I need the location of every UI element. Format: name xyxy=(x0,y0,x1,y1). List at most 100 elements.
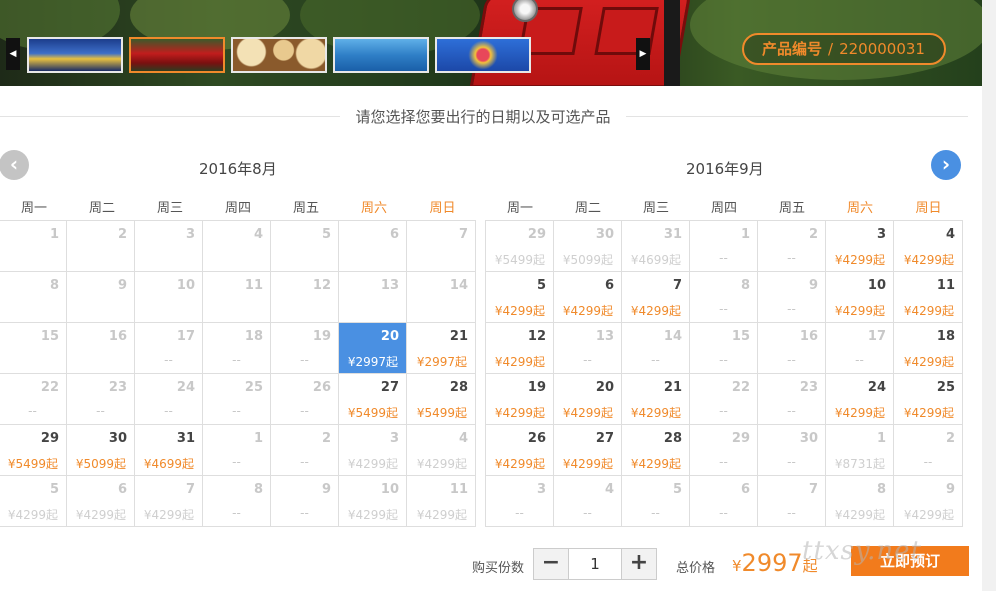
calendar-day[interactable]: 18 ¥4299起 xyxy=(894,323,963,374)
day-price: ¥5099起 xyxy=(562,253,613,267)
calendar-day[interactable]: 28 ¥5499起 xyxy=(407,374,476,425)
calendar-day: 31 ¥4699起 xyxy=(622,221,690,272)
calendar-day: 1 -- xyxy=(203,425,271,476)
calendar-day: 10 ¥4299起 xyxy=(339,476,407,527)
day-number: 20 xyxy=(380,329,399,344)
calendar-day-selected[interactable]: 20 ¥2997起 xyxy=(339,323,407,374)
next-month-button[interactable]: › xyxy=(931,150,961,180)
day-number: 9 xyxy=(117,278,127,293)
thumbnail-peak-tram[interactable] xyxy=(129,37,225,73)
calendar-day[interactable]: 27 ¥5499起 xyxy=(339,374,407,425)
prev-month-button[interactable]: ‹ xyxy=(0,150,29,180)
book-now-button[interactable]: 立即预订 xyxy=(851,546,969,576)
calendar-day[interactable]: 20 ¥4299起 xyxy=(554,374,622,425)
calendar-week-row: 15 16 17 -- 18 -- 19 -- 20 ¥2997起 21 ¥2997起 xyxy=(0,323,476,374)
calendar-day[interactable]: 4 ¥4299起 xyxy=(894,221,963,272)
calendar-day: 15 -- xyxy=(690,323,758,374)
quantity-input[interactable] xyxy=(568,549,622,579)
calendar-day[interactable]: 28 ¥4299起 xyxy=(622,425,690,476)
weekday-label: 周日 xyxy=(429,201,456,216)
calendar-day: 16 -- xyxy=(758,323,826,374)
weekday-label: 周四 xyxy=(224,201,251,216)
calendar-day[interactable]: 21 ¥2997起 xyxy=(407,323,476,374)
calendar-day[interactable]: 7 ¥4299起 xyxy=(622,272,690,323)
weekday-header-september: 周一 周二 周三 周四 周五 周六 周日 xyxy=(486,197,963,217)
calendar-day: 30 -- xyxy=(758,425,826,476)
calendar-day[interactable]: 30 ¥5099起 xyxy=(67,425,135,476)
day-price: ¥4299起 xyxy=(834,253,885,267)
no-price-dash: -- xyxy=(787,302,796,316)
day-number: 11 xyxy=(936,278,955,293)
day-number: 11 xyxy=(244,278,263,293)
calendar-day[interactable]: 31 ¥4699起 xyxy=(135,425,203,476)
calendar-day: 19 -- xyxy=(271,323,339,374)
day-price: ¥4299起 xyxy=(903,508,954,522)
calendar-day[interactable]: 11 ¥4299起 xyxy=(894,272,963,323)
calendar-day: 13 -- xyxy=(554,323,622,374)
day-number: 13 xyxy=(595,329,614,344)
day-number: 6 xyxy=(604,278,614,293)
calendar-day: 17 -- xyxy=(826,323,894,374)
thumb-prev-button[interactable]: ◀ xyxy=(6,38,20,70)
calendar-day: 8 -- xyxy=(203,476,271,527)
day-price: ¥4299起 xyxy=(903,406,954,420)
increase-quantity-button[interactable]: + xyxy=(622,549,656,579)
day-number: 2 xyxy=(321,431,331,446)
calendar-day[interactable]: 26 ¥4299起 xyxy=(486,425,554,476)
month-title-august: 2016年8月 xyxy=(199,160,277,178)
weekday-label: 周六 xyxy=(360,201,387,216)
calendar-day[interactable]: 24 ¥4299起 xyxy=(826,374,894,425)
day-number: 1 xyxy=(876,431,886,446)
calendar-day[interactable]: 29 ¥5499起 xyxy=(0,425,67,476)
day-number: 4 xyxy=(945,227,955,242)
calendar-day: 22 -- xyxy=(0,374,67,425)
calendar-week-row: 3 -- 4 -- 5 -- 6 -- 7 -- 8 ¥4299起 9 ¥4299起 xyxy=(486,476,963,527)
page-scrollbar[interactable] xyxy=(982,0,996,591)
day-number: 1 xyxy=(740,227,750,242)
calendar-september: 29 ¥5499起 30 ¥5099起 31 ¥4699起 1 -- 2 -- 3 ¥4299起 4 ¥4… xyxy=(485,220,963,527)
calendar-day: 9 ¥4299起 xyxy=(894,476,963,527)
calendar-day[interactable]: 12 ¥4299起 xyxy=(486,323,554,374)
thumbnail-city-skyline[interactable] xyxy=(27,37,123,73)
day-number: 19 xyxy=(312,329,331,344)
calendar-week-row: 12 ¥4299起 13 -- 14 -- 15 -- 16 -- 17 -- 18 ¥4299起 xyxy=(486,323,963,374)
day-number: 5 xyxy=(672,482,682,497)
day-number: 22 xyxy=(40,380,59,395)
day-number: 29 xyxy=(731,431,750,446)
day-number: 18 xyxy=(936,329,955,344)
calendar-week-row: 1 2 3 4 5 6 7 xyxy=(0,221,476,272)
thumb-next-button[interactable]: ▶ xyxy=(636,38,650,70)
day-number: 31 xyxy=(176,431,195,446)
calendar-day[interactable]: 10 ¥4299起 xyxy=(826,272,894,323)
day-price: ¥4299起 xyxy=(347,457,398,471)
no-price-dash: -- xyxy=(232,506,241,520)
no-price-dash: -- xyxy=(787,506,796,520)
thumbnail-ferris-wheel[interactable] xyxy=(435,37,531,73)
calendar-day[interactable]: 6 ¥4299起 xyxy=(554,272,622,323)
no-price-dash: -- xyxy=(164,353,173,367)
thumbnail-dim-sum[interactable] xyxy=(231,37,327,73)
weekday-label: 周四 xyxy=(710,201,737,216)
day-number: 13 xyxy=(380,278,399,293)
calendar-week-row: 19 ¥4299起 20 ¥4299起 21 ¥4299起 22 -- 23 -- 24 ¥4299起… xyxy=(486,374,963,425)
calendar-day: 10 xyxy=(135,272,203,323)
no-price-dash: -- xyxy=(719,251,728,265)
calendar-day[interactable]: 19 ¥4299起 xyxy=(486,374,554,425)
calendar-day: 5 xyxy=(271,221,339,272)
day-price: ¥5499起 xyxy=(347,406,398,420)
day-number: 23 xyxy=(108,380,127,395)
calendar-day[interactable]: 3 ¥4299起 xyxy=(826,221,894,272)
calendar-day[interactable]: 21 ¥4299起 xyxy=(622,374,690,425)
calendar-day[interactable]: 5 ¥4299起 xyxy=(486,272,554,323)
calendar-day: 3 xyxy=(135,221,203,272)
calendar-heading: 请您选择您要出行的日期以及可选产品 xyxy=(0,106,966,127)
tram-edge xyxy=(664,0,680,86)
day-number: 24 xyxy=(176,380,195,395)
day-number: 15 xyxy=(40,329,59,344)
decrease-quantity-button[interactable]: − xyxy=(534,549,568,579)
calendar-day: 1 ¥8731起 xyxy=(826,425,894,476)
calendar-day[interactable]: 25 ¥4299起 xyxy=(894,374,963,425)
thumbnail-dolphin[interactable] xyxy=(333,37,429,73)
calendar-day[interactable]: 27 ¥4299起 xyxy=(554,425,622,476)
calendar-day: 23 -- xyxy=(67,374,135,425)
